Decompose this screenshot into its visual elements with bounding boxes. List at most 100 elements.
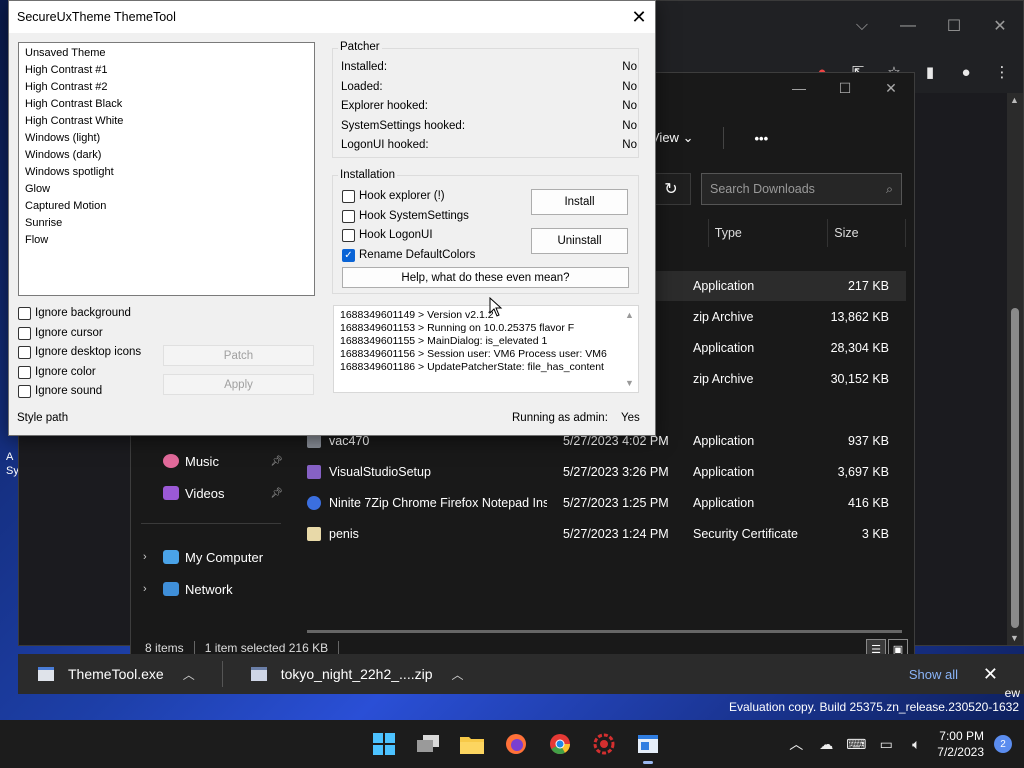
task-view-button[interactable] (408, 724, 448, 764)
table-row[interactable]: Ninite 7Zip Chrome Firefox Notepad Inst.… (291, 488, 906, 518)
checkbox-box[interactable] (18, 384, 31, 398)
ignore-color-checkbox[interactable]: Ignore color (18, 364, 96, 380)
list-item[interactable]: Windows (dark) (19, 147, 314, 164)
table-row[interactable]: VisualStudioSetup 5/27/2023 3:26 PM Appl… (291, 457, 906, 487)
scroll-up-icon[interactable]: ▲ (1010, 95, 1019, 105)
list-item[interactable]: Captured Motion (19, 198, 314, 215)
watermark-fragment: ew (1004, 686, 1020, 700)
checkbox-box[interactable] (18, 306, 31, 320)
taskbar-chrome[interactable] (540, 724, 580, 764)
list-item[interactable]: High Contrast #1 (19, 62, 314, 79)
tab-search-chevron-icon[interactable]: ⌵ (839, 1, 885, 51)
close-button[interactable]: ✕ (623, 1, 655, 33)
close-icon[interactable]: ✕ (983, 664, 998, 685)
pin-icon[interactable]: 📌︎ (270, 456, 283, 467)
scroll-down-icon[interactable]: ▼ (1010, 633, 1019, 643)
checkbox-box[interactable] (18, 345, 31, 359)
scroll-up-icon[interactable]: ▲ (625, 310, 634, 320)
profile-icon[interactable]: ● (957, 64, 975, 81)
chevron-up-icon[interactable]: ︿ (433, 666, 483, 683)
list-item[interactable]: High Contrast White (19, 113, 314, 130)
scroll-thumb[interactable] (1011, 308, 1019, 628)
pin-icon[interactable]: 📌︎ (270, 488, 283, 499)
install-button[interactable]: Install (531, 189, 628, 215)
taskbar-firefox[interactable] (496, 724, 536, 764)
checkbox-box[interactable] (342, 209, 355, 223)
column-header-date[interactable] (651, 219, 709, 247)
checkbox-box[interactable] (342, 228, 355, 242)
show-all-link[interactable]: Show all (909, 667, 958, 682)
list-item[interactable]: High Contrast #2 (19, 79, 314, 96)
log-scrollbar[interactable]: ▲ ▼ (621, 306, 638, 392)
ignore-desktop-icons-checkbox[interactable]: Ignore desktop icons (18, 344, 141, 360)
list-item[interactable]: High Contrast Black (19, 96, 314, 113)
desktop-icon-label[interactable]: A Sy (6, 450, 19, 478)
browser-maximize-button[interactable]: ☐ (931, 1, 977, 51)
clock[interactable]: 7:00 PM 7/2/2023 (937, 728, 984, 760)
browser-close-button[interactable]: ✕ (977, 1, 1023, 51)
start-button[interactable] (364, 724, 404, 764)
checkbox-box[interactable] (18, 326, 31, 340)
browser-minimize-button[interactable]: — (885, 1, 931, 51)
display-icon[interactable]: ▭ (871, 736, 901, 753)
chevron-right-icon[interactable]: › (143, 583, 147, 595)
sidebar-icon[interactable]: ▮ (921, 63, 939, 81)
checkmark-icon[interactable]: ✓ (342, 248, 355, 262)
notification-badge[interactable]: 2 (994, 735, 1012, 753)
checkbox-box[interactable] (342, 189, 355, 203)
taskbar-file-explorer[interactable] (452, 724, 492, 764)
ignore-sound-checkbox[interactable]: Ignore sound (18, 383, 102, 399)
ignore-background-checkbox[interactable]: Ignore background (18, 305, 131, 321)
column-header-size[interactable]: Size (828, 219, 906, 247)
apply-button[interactable]: Apply (163, 374, 314, 395)
hook-logonui-checkbox[interactable]: Hook LogonUI (342, 227, 433, 243)
keyboard-icon[interactable]: ⌨ (841, 736, 871, 753)
list-item[interactable]: Windows spotlight (19, 164, 314, 181)
download-item[interactable]: ThemeTool.exe ︿ (18, 654, 214, 694)
divider (338, 641, 340, 655)
explorer-minimize-button[interactable]: — (776, 73, 822, 103)
cloud-offline-icon[interactable]: ☁ (811, 736, 841, 753)
volume-icon[interactable]: 🔈︎ (901, 736, 931, 753)
scroll-down-icon[interactable]: ▼ (625, 378, 634, 388)
file-type: Application (693, 434, 755, 448)
download-item[interactable]: tokyo_night_22h2_....zip ︿ (231, 654, 483, 694)
log-output[interactable]: 1688349601149 > Version v2.1.2 168834960… (333, 305, 639, 393)
explorer-maximize-button[interactable]: ☐ (822, 73, 868, 103)
hook-explorer-checkbox[interactable]: Hook explorer (!) (342, 188, 445, 204)
chevron-up-icon[interactable]: ︿ (781, 734, 811, 754)
patch-button[interactable]: Patch (163, 345, 314, 366)
view-button[interactable]: View ⌄ (651, 130, 693, 146)
search-input[interactable]: Search Downloads ⌕ (701, 173, 902, 205)
folder-icon (460, 737, 484, 754)
list-item[interactable]: Flow (19, 232, 314, 249)
rename-defaultcolors-checkbox[interactable]: ✓ Rename DefaultColors (342, 247, 475, 263)
help-button[interactable]: Help, what do these even mean? (342, 267, 629, 288)
sidebar-item-videos[interactable]: Videos 📌︎ (131, 479, 291, 507)
list-item[interactable]: Sunrise (19, 215, 314, 232)
browser-scrollbar[interactable]: ▲ ▼ (1007, 93, 1023, 645)
chevron-up-icon[interactable]: ︿ (164, 666, 214, 683)
ignore-cursor-checkbox[interactable]: Ignore cursor (18, 325, 103, 341)
uninstall-button[interactable]: Uninstall (531, 228, 628, 254)
refresh-button[interactable]: ↻ (651, 173, 691, 205)
table-row[interactable]: penis 5/27/2023 1:24 PM Security Certifi… (291, 519, 906, 549)
hook-systemsettings-checkbox[interactable]: Hook SystemSettings (342, 208, 469, 224)
menu-kebab-icon[interactable]: ⋮ (993, 63, 1011, 81)
list-item[interactable]: Glow (19, 181, 314, 198)
explorer-close-button[interactable]: ✕ (868, 73, 914, 103)
sidebar-item-my-computer[interactable]: › My Computer (131, 543, 291, 571)
list-item[interactable]: Windows (light) (19, 130, 314, 147)
file-size: 30,152 KB (830, 372, 889, 386)
sidebar-item-network[interactable]: › Network (131, 575, 291, 603)
sidebar-item-music[interactable]: Music 📌︎ (131, 447, 291, 475)
list-item[interactable]: Unsaved Theme (19, 45, 314, 62)
taskbar-themetool[interactable] (628, 724, 668, 764)
chevron-right-icon[interactable]: › (143, 551, 147, 563)
more-options-button[interactable]: ••• (754, 131, 768, 146)
checkbox-box[interactable] (18, 365, 31, 379)
column-header-type[interactable]: Type (709, 219, 829, 247)
taskbar-app-red[interactable] (584, 724, 624, 764)
theme-list[interactable]: Unsaved Theme High Contrast #1 High Cont… (18, 42, 315, 296)
horizontal-scrollbar[interactable] (307, 630, 902, 633)
